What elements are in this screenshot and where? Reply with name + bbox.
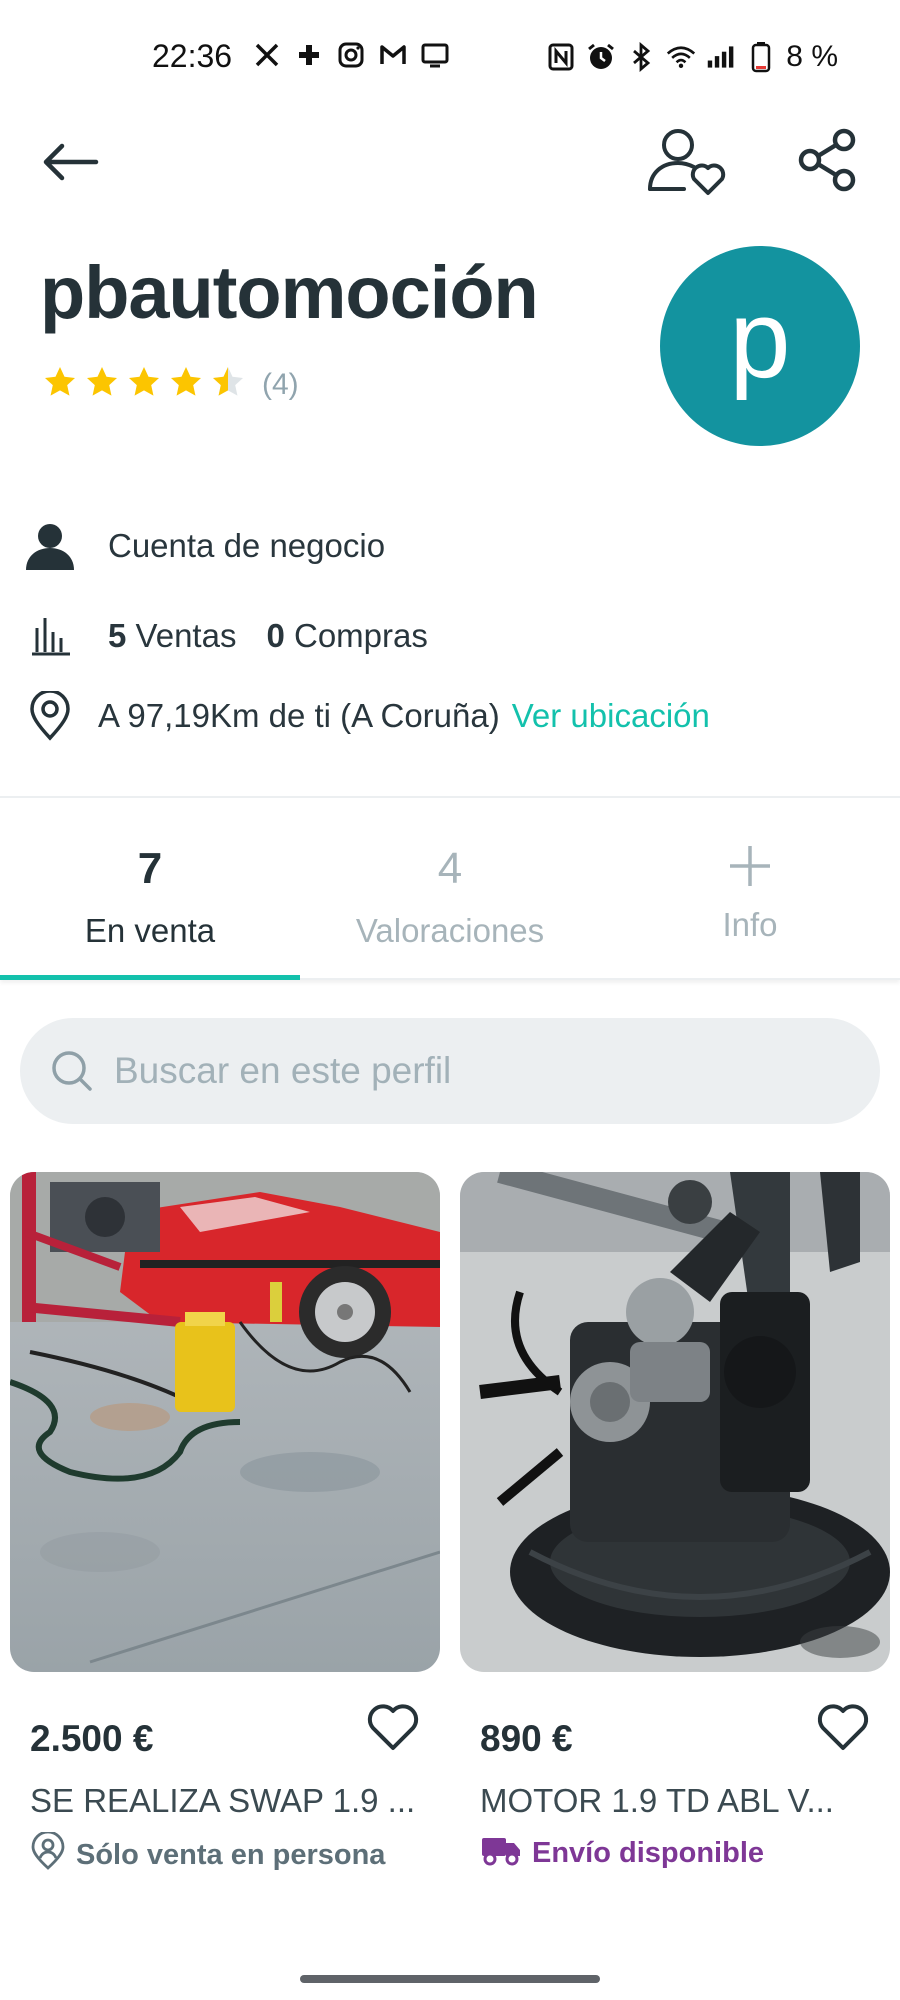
person-icon: [22, 518, 78, 574]
x-icon: [252, 40, 282, 70]
tv-icon: [420, 40, 450, 70]
alarm-icon: [586, 42, 616, 72]
favorite-button[interactable]: [360, 1694, 426, 1760]
divider: [0, 796, 900, 798]
location-pin-icon: [22, 688, 78, 744]
follow-button[interactable]: [640, 116, 736, 212]
user-heart-icon: [646, 127, 730, 202]
stats-row: 5 Ventas 0 Compras: [0, 608, 900, 664]
listing-image[interactable]: [460, 1172, 890, 1672]
status-time: 22:36: [152, 38, 233, 74]
star-icon: [84, 364, 120, 405]
tab-label: Valoraciones: [355, 912, 545, 949]
home-indicator[interactable]: [300, 1975, 600, 1983]
share-button[interactable]: [786, 120, 870, 204]
tab-count: 4: [437, 844, 463, 893]
heart-icon: [367, 1704, 419, 1750]
listing-title: MOTOR 1.9 TD ABL V...: [480, 1782, 834, 1819]
location-row: A 97,19Km de ti (A Coruña) Ver ubicación: [0, 688, 900, 744]
listing-badge: Envío disponible: [480, 1832, 764, 1874]
share-icon: [796, 128, 860, 197]
tab-label: En venta: [84, 912, 216, 949]
bar-chart-icon: [22, 608, 78, 664]
view-location-link[interactable]: Ver ubicación: [512, 697, 710, 735]
purchases-count: 0: [266, 617, 285, 654]
sales-stat: 5 Ventas: [108, 617, 236, 655]
sales-count: 5: [108, 617, 127, 654]
badge-text: Envío disponible: [532, 1836, 765, 1869]
profile-search[interactable]: [20, 1018, 880, 1124]
favorite-button[interactable]: [810, 1694, 876, 1760]
listing-image[interactable]: [10, 1172, 440, 1672]
battery-percent: 8 %: [786, 40, 838, 73]
account-type-row: Cuenta de negocio: [0, 518, 900, 574]
truck-icon: [480, 1832, 522, 1874]
arrow-left-icon: [40, 142, 100, 187]
status-bar: 22:36 8 %: [0, 0, 900, 116]
half-star-icon: [210, 364, 246, 405]
signal-icon: [706, 42, 736, 72]
listing-title: SE REALIZA SWAP 1.9 ...: [30, 1782, 416, 1819]
wifi-icon: [666, 42, 696, 72]
rating-count: (4): [262, 367, 299, 401]
tab-en-venta[interactable]: 7 En venta: [0, 800, 300, 980]
listing-price: 2.500 €: [30, 1718, 154, 1759]
battery-icon: [746, 42, 776, 73]
location-text: A 97,19Km de ti (A Coruña): [98, 697, 500, 734]
star-icon: [42, 364, 78, 405]
profile-tabs: 7 En venta 4 Valoraciones Info: [0, 800, 900, 980]
medical-icon: [294, 40, 324, 70]
rating[interactable]: (4): [42, 364, 299, 405]
active-tab-indicator: [0, 975, 300, 980]
tab-info[interactable]: Info: [600, 800, 900, 978]
app-header: [0, 116, 900, 236]
badge-text: Sólo venta en persona: [76, 1838, 386, 1871]
listing-card[interactable]: 890 € MOTOR 1.9 TD ABL V... Envío dispon…: [460, 1172, 890, 1869]
tab-count: 7: [137, 844, 163, 893]
purchases-stat: 0 Compras: [266, 617, 427, 655]
search-icon: [48, 1047, 96, 1095]
gmail-icon: [378, 40, 408, 70]
avatar-letter: p: [729, 277, 791, 401]
plus-icon: [722, 838, 778, 894]
avatar[interactable]: p: [660, 246, 860, 446]
tab-valoraciones[interactable]: 4 Valoraciones: [300, 800, 600, 978]
system-icons: 8 %: [546, 40, 838, 74]
back-button[interactable]: [30, 124, 110, 204]
account-type-text: Cuenta de negocio: [108, 527, 386, 564]
heart-icon: [817, 1704, 869, 1750]
sales-label: Ventas: [135, 617, 237, 654]
location: A 97,19Km de ti (A Coruña) Ver ubicación: [98, 697, 710, 735]
tab-label: Info: [722, 906, 778, 943]
notification-icons: [252, 40, 450, 70]
person-pin-icon: [30, 1830, 66, 1878]
search-input[interactable]: [114, 1050, 814, 1092]
listing-price: 890 €: [480, 1718, 573, 1759]
instagram-icon: [336, 40, 366, 70]
purchases-label: Compras: [293, 617, 428, 654]
nfc-icon: [546, 42, 576, 72]
star-icon: [126, 364, 162, 405]
bluetooth-icon: [626, 42, 656, 72]
star-icon: [168, 364, 204, 405]
listing-card[interactable]: 2.500 € SE REALIZA SWAP 1.9 ... Sólo ven…: [10, 1172, 440, 1871]
stats: 5 Ventas 0 Compras: [108, 617, 428, 655]
profile-name: pbautomoción: [40, 251, 539, 334]
listing-badge: Sólo venta en persona: [30, 1830, 386, 1878]
